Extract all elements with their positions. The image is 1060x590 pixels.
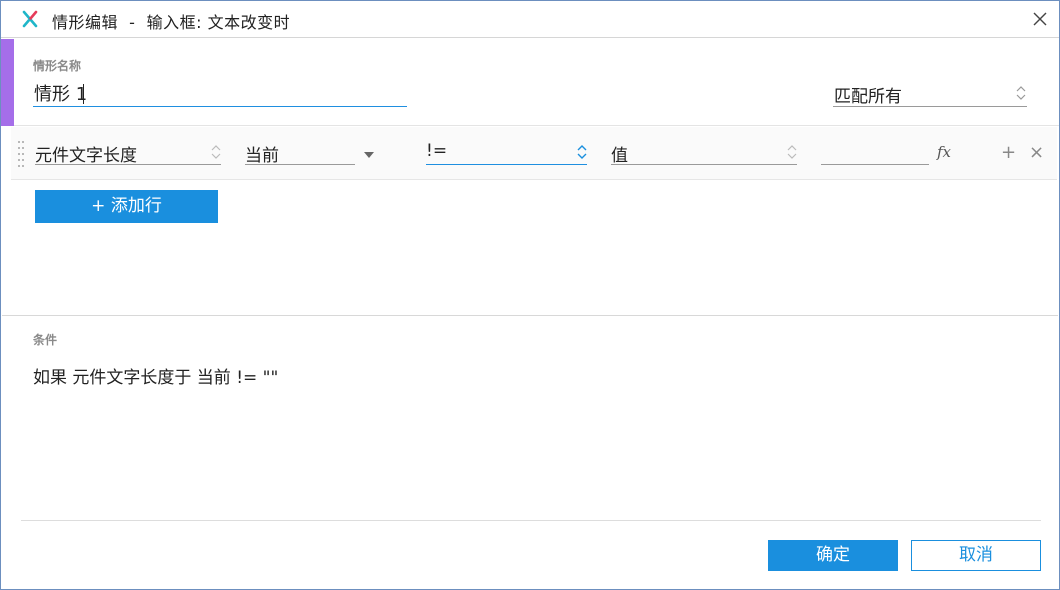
cancel-button[interactable]: 取消 bbox=[911, 540, 1041, 571]
operator-select[interactable]: != bbox=[426, 139, 587, 165]
drag-handle-icon[interactable] bbox=[18, 141, 26, 167]
case-name-input[interactable] bbox=[33, 80, 407, 107]
accent-bar bbox=[1, 39, 14, 126]
operator-value: != bbox=[426, 141, 448, 161]
remove-row-icon[interactable]: × bbox=[1029, 142, 1044, 163]
value-type-value: 值 bbox=[611, 146, 628, 166]
target-value: 元件文字长度 bbox=[35, 146, 137, 166]
object-value: 当前 bbox=[245, 146, 279, 166]
fx-icon[interactable]: fx bbox=[937, 143, 951, 161]
updown-chevron-icon bbox=[1016, 86, 1026, 100]
title-bar: 情形编辑 - 输入框: 文本改变时 bbox=[1, 1, 1059, 38]
updown-chevron-icon bbox=[787, 145, 797, 159]
close-icon[interactable] bbox=[1031, 10, 1049, 28]
footer-divider bbox=[21, 520, 1041, 521]
case-editor-dialog: 情形编辑 - 输入框: 文本改变时 情形名称 匹配所有 元件文字长度 bbox=[0, 0, 1060, 590]
conditions-label: 条件 bbox=[33, 333, 58, 347]
target-select[interactable]: 元件文字长度 bbox=[35, 139, 221, 166]
condition-row: 元件文字长度 当前 != 值 fx + × bbox=[11, 127, 1057, 180]
app-logo-icon bbox=[22, 10, 38, 28]
ok-button[interactable]: 确定 bbox=[768, 540, 898, 571]
object-select[interactable]: 当前 bbox=[245, 139, 355, 166]
case-name-section: 情形名称 匹配所有 bbox=[1, 39, 1059, 126]
caret-down-icon[interactable] bbox=[364, 152, 374, 158]
updown-chevron-icon bbox=[211, 145, 221, 159]
match-mode-select[interactable]: 匹配所有 bbox=[833, 80, 1027, 107]
value-type-select[interactable]: 值 bbox=[611, 139, 797, 166]
text-caret bbox=[83, 84, 84, 104]
value-input[interactable] bbox=[821, 139, 929, 165]
add-row-button[interactable]: + 添加行 bbox=[35, 190, 218, 223]
divider bbox=[2, 315, 1058, 316]
match-mode-value: 匹配所有 bbox=[834, 87, 902, 107]
case-name-label: 情形名称 bbox=[33, 59, 82, 73]
add-row-icon[interactable]: + bbox=[1001, 142, 1016, 163]
dialog-title: 情形编辑 - 输入框: 文本改变时 bbox=[52, 13, 291, 32]
conditions-summary: 如果 元件文字长度于 当前 != "" bbox=[33, 368, 279, 388]
updown-chevron-icon bbox=[577, 145, 587, 159]
